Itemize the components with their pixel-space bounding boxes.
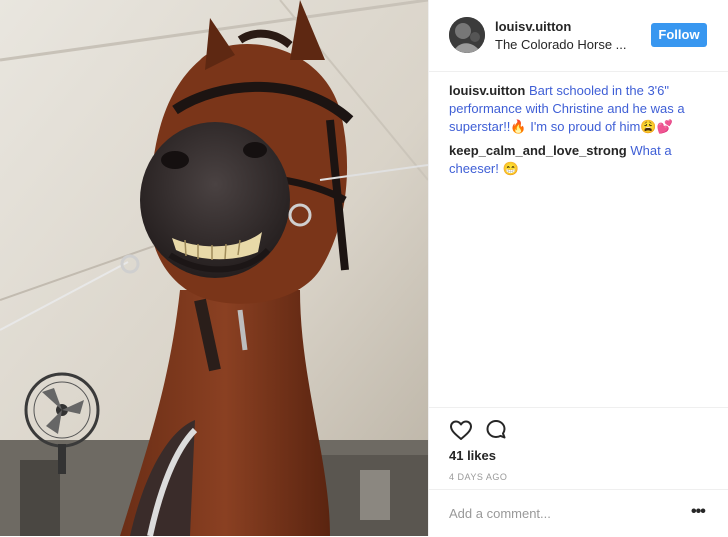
comment-input-bar: Add a comment... ••• <box>429 489 728 536</box>
avatar-image <box>449 17 485 53</box>
location-link[interactable]: The Colorado Horse ... <box>495 37 627 52</box>
comment-bubble-icon[interactable] <box>484 418 508 442</box>
comment-username[interactable]: louisv.uitton <box>449 83 525 98</box>
username[interactable]: louisv.uitton <box>495 19 571 34</box>
comment-input[interactable]: Add a comment... <box>449 506 551 521</box>
follow-button[interactable]: Follow <box>651 23 707 47</box>
horse-photo-image <box>0 0 428 536</box>
heart-icon[interactable] <box>449 418 473 442</box>
post-sidebar: louisv.uitton The Colorado Horse ... Fol… <box>428 0 728 536</box>
caption-comment: louisv.uitton Bart schooled in the 3'6" … <box>449 82 711 136</box>
likes-count[interactable]: 41 likes <box>449 448 496 463</box>
avatar[interactable] <box>449 17 485 53</box>
comment-username[interactable]: keep_calm_and_love_strong <box>449 143 627 158</box>
post-photo[interactable] <box>0 0 428 536</box>
more-options-icon[interactable]: ••• <box>691 503 706 521</box>
post-header: louisv.uitton The Colorado Horse ... Fol… <box>429 0 728 72</box>
list-item: keep_calm_and_love_strong What a cheeser… <box>449 142 711 178</box>
post-timestamp[interactable]: 4 DAYS AGO <box>449 472 507 482</box>
comments-list: louisv.uitton Bart schooled in the 3'6" … <box>449 82 711 184</box>
